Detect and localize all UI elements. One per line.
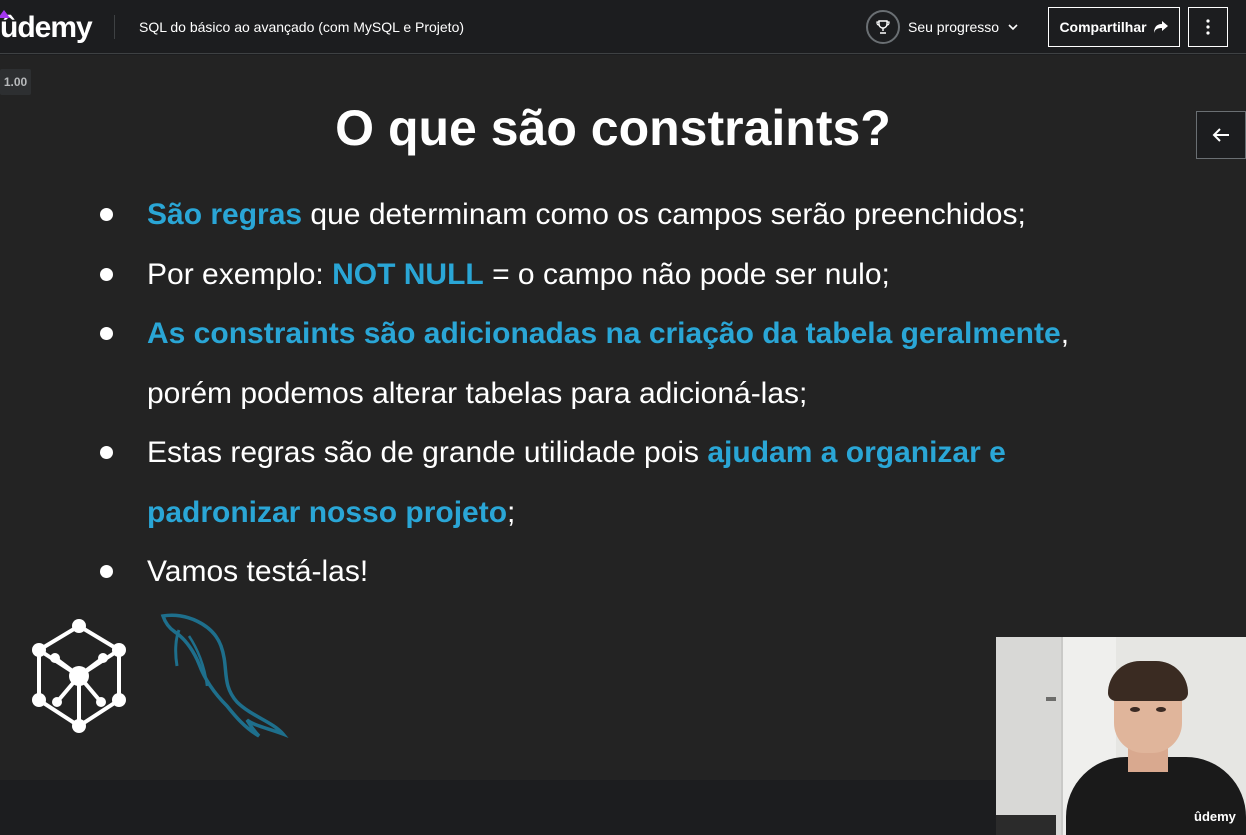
bullet-text: que determinam como os campos serão pree… [302, 198, 1026, 231]
playback-speed-badge[interactable]: 1.00 [0, 69, 31, 95]
slide-bullet: São regras que determinam como os campos… [95, 185, 1145, 245]
mysql-dolphin-icon [160, 613, 289, 738]
logo-hat-icon [0, 10, 10, 18]
progress-label: Seu progresso [908, 19, 1000, 35]
slide-bullet: Por exemplo: NOT NULL = o campo não pode… [95, 245, 1145, 305]
top-bar: ûdemy SQL do básico ao avançado (com MyS… [0, 0, 1246, 54]
udemy-watermark: ûdemy [1194, 809, 1236, 824]
bullet-highlight-text: São regras [147, 198, 303, 231]
webcam-overlay: ûdemy [996, 637, 1246, 835]
bullet-dot-icon [100, 327, 113, 340]
share-arrow-icon [1153, 21, 1168, 33]
video-player[interactable]: 1.00 O que são constraints? São regras q… [0, 55, 1246, 835]
bullet-text: = o campo não pode ser nulo; [483, 257, 890, 291]
share-label: Compartilhar [1059, 19, 1147, 35]
slide-bullet-list: São regras que determinam como os campos… [95, 185, 1145, 602]
arrow-left-icon [1212, 128, 1229, 142]
bullet-dot-icon [100, 208, 113, 221]
sidebar-toggle-button[interactable] [1196, 111, 1246, 159]
slide-bullet: As constraints são adicionadas na criaçã… [95, 304, 1145, 423]
vertical-dots-icon [1206, 19, 1210, 35]
bullet-text: Por exemplo: [147, 257, 333, 291]
course-title: SQL do básico ao avançado (com MySQL e P… [139, 19, 465, 35]
bullet-highlight-text: NOT NULL [332, 257, 484, 291]
share-button[interactable]: Compartilhar [1048, 7, 1180, 47]
progress-ring [866, 10, 900, 44]
more-options-button[interactable] [1188, 7, 1228, 47]
graph-cube-icon [32, 619, 126, 733]
bullet-dot-icon [100, 267, 113, 281]
progress-dropdown[interactable]: Seu progresso [866, 9, 1019, 45]
bullet-dot-icon [100, 565, 113, 578]
slide-title: O que são constraints? [335, 100, 891, 156]
bullet-text: Vamos testá-las! [147, 555, 369, 588]
chevron-down-icon [1008, 24, 1018, 31]
bullet-highlight-text: As constraints são adicionadas na criaçã… [147, 317, 1061, 350]
bullet-text: ; [507, 495, 516, 529]
udemy-logo[interactable]: ûdemy [0, 8, 93, 48]
bullet-dot-icon [100, 446, 113, 459]
slide-bullet: Estas regras são de grande utilidade poi… [95, 423, 1145, 542]
slide-bullet: Vamos testá-las! [95, 542, 1145, 602]
header-divider [114, 15, 115, 39]
bullet-text: Estas regras são de grande utilidade poi… [147, 436, 708, 469]
trophy-icon [876, 20, 890, 34]
